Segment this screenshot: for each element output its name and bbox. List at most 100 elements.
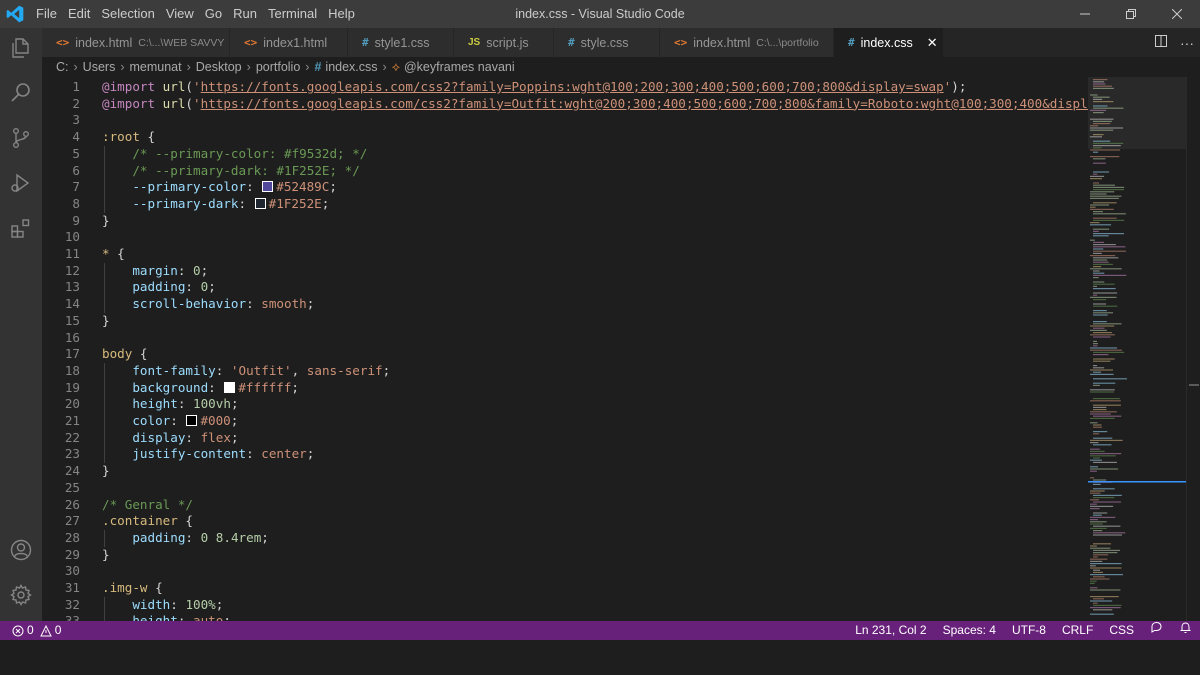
menu-terminal[interactable]: Terminal [268,0,317,28]
code-line[interactable]: 25 [42,480,1088,497]
code-line[interactable]: 18 font-family: 'Outfit', sans-serif; [42,363,1088,380]
code-line[interactable]: 20 height: 100vh; [42,396,1088,413]
code-line[interactable]: 9} [42,213,1088,230]
extensions-icon[interactable] [9,216,33,240]
source-control-icon[interactable] [9,126,33,150]
accounts-icon[interactable] [9,538,33,562]
language-mode[interactable]: CSS [1109,621,1134,640]
tab-index-html-web-savvy[interactable]: <> index.html C:\...\WEB SAVVY [42,28,230,57]
explorer-icon[interactable] [9,36,33,60]
more-actions-icon[interactable]: ··· [1174,35,1200,51]
menu-view[interactable]: View [166,0,194,28]
color-swatch[interactable] [262,181,274,193]
tab-style1-css[interactable]: # style1.css [348,28,454,57]
restore-button[interactable] [1108,0,1154,28]
minimap-line [1090,574,1123,576]
code-line[interactable]: 22 display: flex; [42,430,1088,447]
code-line[interactable]: 5 /* --primary-color: #f9532d; */ [42,146,1088,163]
menu-selection[interactable]: Selection [101,0,154,28]
settings-gear-icon[interactable] [9,583,33,607]
code-line[interactable]: 28 padding: 0 8.4rem; [42,530,1088,547]
minimize-button[interactable] [1062,0,1108,28]
vertical-scrollbar[interactable] [1186,77,1200,621]
color-swatch[interactable] [224,381,236,393]
code-line[interactable]: 21 color: #000; [42,413,1088,430]
end-of-line[interactable]: CRLF [1062,621,1093,640]
code-line[interactable]: 17 body { [42,346,1088,363]
menu-file[interactable]: File [36,0,57,28]
code-line[interactable]: 23 justify-content: center; [42,446,1088,463]
code-line[interactable]: 4:root { [42,129,1088,146]
tab-style-css[interactable]: # style.css [554,28,660,57]
scrollbar-thumb[interactable] [1189,384,1199,386]
code-line[interactable]: 19 background: #ffffff; [42,380,1088,397]
minimap-line [1093,406,1107,408]
minimap-line [1093,358,1115,360]
code-line[interactable]: 15} [42,313,1088,330]
minimap-line [1093,96,1110,98]
tab-index1-html[interactable]: <> index1.html [230,28,348,57]
code-line[interactable]: 1 @import url('https://fonts.googleapis.c… [42,79,1088,96]
code-line[interactable]: 12 margin: 0; [42,263,1088,280]
minimap-line [1090,149,1121,151]
code-line[interactable]: 2 @import url('https://fonts.googleapis.c… [42,96,1088,113]
notifications-bell-icon[interactable] [1179,621,1192,640]
minimap-line [1093,250,1126,252]
minimap-line [1090,587,1098,589]
tab-index-css[interactable]: # index.css ✕ [834,28,944,57]
menu-run[interactable]: Run [233,0,257,28]
code-line[interactable]: 14 scroll-behavior: smooth; [42,296,1088,313]
breadcrumb-item[interactable]: @keyframes navani [404,60,515,74]
problems-status[interactable]: 0 0 [12,621,61,640]
run-debug-icon[interactable] [9,171,33,195]
split-editor-icon[interactable] [1148,34,1174,51]
breadcrumb-item[interactable]: memunat [130,60,182,74]
code-line[interactable]: 33 height: auto; [42,613,1088,621]
minimap[interactable] [1088,77,1186,621]
line-number: 4 [72,129,80,145]
feedback-icon[interactable] [1150,621,1163,640]
minimap-line [1090,373,1114,375]
code-line[interactable]: 8 --primary-dark: #1F252E; [42,196,1088,213]
code-line[interactable]: 13 padding: 0; [42,279,1088,296]
minimap-line [1090,567,1122,569]
search-icon[interactable] [9,81,33,105]
breadcrumb-item[interactable]: index.css [325,60,377,74]
minimap-line [1090,178,1102,180]
code-line[interactable]: 26 /* Genral */ [42,497,1088,514]
code-line[interactable]: 27 .container { [42,513,1088,530]
code-line[interactable]: 7 --primary-color: #52489C; [42,179,1088,196]
code-line[interactable]: 30 [42,563,1088,580]
minimap-line [1090,499,1099,501]
line-number: 9 [72,212,80,228]
minimap-line [1090,580,1097,582]
file-encoding[interactable]: UTF-8 [1012,621,1046,640]
code-line[interactable]: 10 [42,229,1088,246]
minimap-line [1090,466,1098,468]
close-tab-icon[interactable]: ✕ [927,35,938,51]
code-line[interactable]: 32 width: 100%; [42,597,1088,614]
code-editor[interactable]: 1 @import url('https://fonts.googleapis.c… [42,77,1088,621]
breadcrumb-item[interactable]: C: [56,60,69,74]
menu-help[interactable]: Help [328,0,355,28]
code-line[interactable]: 3 [42,112,1088,129]
symbol-keyframes-icon: ⟡ [391,59,400,74]
indentation[interactable]: Spaces: 4 [943,621,996,640]
breadcrumb-item[interactable]: portfolio [256,60,300,74]
tab-index-html-portfolio[interactable]: <> index.html C:\...\portfolio [660,28,834,57]
code-line[interactable]: 6 /* --primary-dark: #1F252E; */ [42,163,1088,180]
cursor-position[interactable]: Ln 231, Col 2 [855,621,926,640]
code-line[interactable]: 31 .img-w { [42,580,1088,597]
breadcrumb-item[interactable]: Users [83,60,116,74]
code-line[interactable]: 16 [42,330,1088,347]
close-window-button[interactable] [1154,0,1200,28]
code-line[interactable]: 24} [42,463,1088,480]
breadcrumb-item[interactable]: Desktop [196,60,242,74]
menu-go[interactable]: Go [205,0,222,28]
color-swatch[interactable] [254,197,266,209]
color-swatch[interactable] [186,415,198,426]
code-line[interactable]: 29} [42,547,1088,564]
code-line[interactable]: 11 * { [42,246,1088,263]
tab-script-js[interactable]: JS script.js [454,28,554,57]
menu-edit[interactable]: Edit [68,0,90,28]
